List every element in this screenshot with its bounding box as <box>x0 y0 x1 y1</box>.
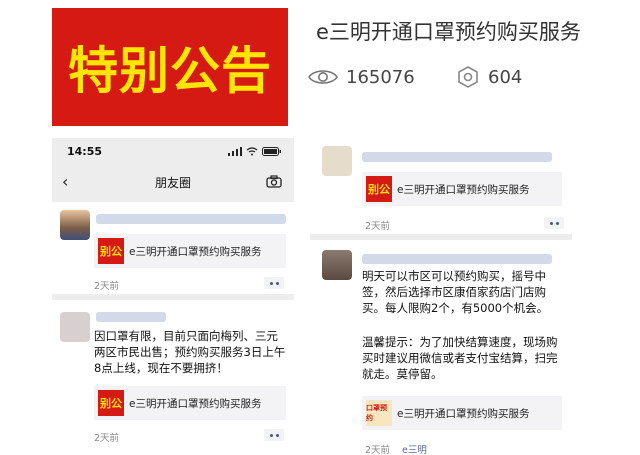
nav-title: 朋友圈 <box>154 176 191 190</box>
post-time: 2天前 <box>94 433 120 444</box>
post-time: 2天前 <box>94 281 120 292</box>
moments-screenshot-left: 14:55 ‹ 朋友圈 别公 e三明开通口罩预约购买服务 2天前 因口罩有限，目… <box>52 138 294 455</box>
avatar[interactable] <box>60 312 90 342</box>
notice-banner: 特别公告 <box>52 8 288 126</box>
card-title: e三明开通口罩预约购买服务 <box>397 183 530 196</box>
more-options-icon[interactable] <box>264 277 284 289</box>
camera-icon[interactable] <box>266 175 282 188</box>
blurred-username <box>362 254 552 264</box>
post-text: 明天可以市区可以预约购买，摇号中签，然后选择市区康佰家药店门店购买。每人限购2个… <box>362 269 549 315</box>
shared-article-card[interactable]: 口罩预约 e三明开通口罩预约购买服务 <box>362 396 562 430</box>
article-thumbnail: 别公 <box>98 238 124 264</box>
avatar[interactable] <box>322 146 352 176</box>
avatar[interactable] <box>60 210 90 240</box>
moment-post-1: 别公 e三明开通口罩预约购买服务 2天前 <box>52 202 294 294</box>
status-time: 14:55 <box>67 145 103 158</box>
share-icon <box>458 66 478 88</box>
shared-article-card[interactable]: 别公 e三明开通口罩预约购买服务 <box>362 172 562 206</box>
blurred-username <box>362 152 552 162</box>
avatar[interactable] <box>322 250 352 280</box>
blurred-username <box>96 312 166 322</box>
post-text: 因口罩有限，目前只面向梅列、三元两区市民出售；预约购买服务3日上午8点上线，现在… <box>94 329 286 375</box>
card-title: e三明开通口罩预约购买服务 <box>129 397 262 410</box>
post-time: 2天前 <box>365 445 391 455</box>
article-thumbnail: 别公 <box>366 176 392 202</box>
moment-post-3: 别公 e三明开通口罩预约购买服务 2天前 <box>310 134 572 234</box>
view-count-value: 165076 <box>346 66 415 88</box>
card-title: e三明开通口罩预约购买服务 <box>129 245 262 258</box>
article-thumbnail: 口罩预约 <box>366 400 392 426</box>
wifi-icon <box>246 147 258 156</box>
banner-text: 特别公告 <box>68 42 272 100</box>
moment-post-4: 明天可以市区可以预约购买，摇号中签，然后选择市区康佰家药店门店购买。每人限购2个… <box>310 240 572 455</box>
signal-icon <box>228 147 242 156</box>
share-count-value: 604 <box>488 66 523 88</box>
post-tip: 温馨提示：为了加快结算速度，现场购买时建议用微信或者支付宝结算，扫完就走。莫停留… <box>362 335 558 381</box>
more-options-icon[interactable] <box>264 429 284 441</box>
post-time: 2天前 <box>365 221 391 232</box>
shared-article-card[interactable]: 别公 e三明开通口罩预约购买服务 <box>94 386 286 420</box>
moment-post-2: 因口罩有限，目前只面向梅列、三元两区市民出售；预约购买服务3日上午8点上线，现在… <box>52 300 294 455</box>
more-options-icon[interactable] <box>544 217 564 229</box>
status-bar: 14:55 <box>52 138 294 166</box>
moments-nav-bar: ‹ 朋友圈 <box>52 166 294 198</box>
article-title: e三明开通口罩预约购买服务 <box>316 20 581 44</box>
share-count: 604 <box>456 65 522 89</box>
shared-article-card[interactable]: 别公 e三明开通口罩预约购买服务 <box>94 234 286 268</box>
view-count: 165076 <box>308 65 415 89</box>
article-thumbnail: 别公 <box>98 390 124 416</box>
battery-icon <box>262 147 281 156</box>
blurred-username <box>96 214 286 224</box>
moments-screenshot-right: 别公 e三明开通口罩预约购买服务 2天前 明天可以市区可以预约购买，摇号中签，然… <box>310 134 572 455</box>
eye-icon <box>308 70 338 84</box>
card-title: e三明开通口罩预约购买服务 <box>397 407 530 420</box>
post-source[interactable]: e三明 <box>402 442 427 455</box>
